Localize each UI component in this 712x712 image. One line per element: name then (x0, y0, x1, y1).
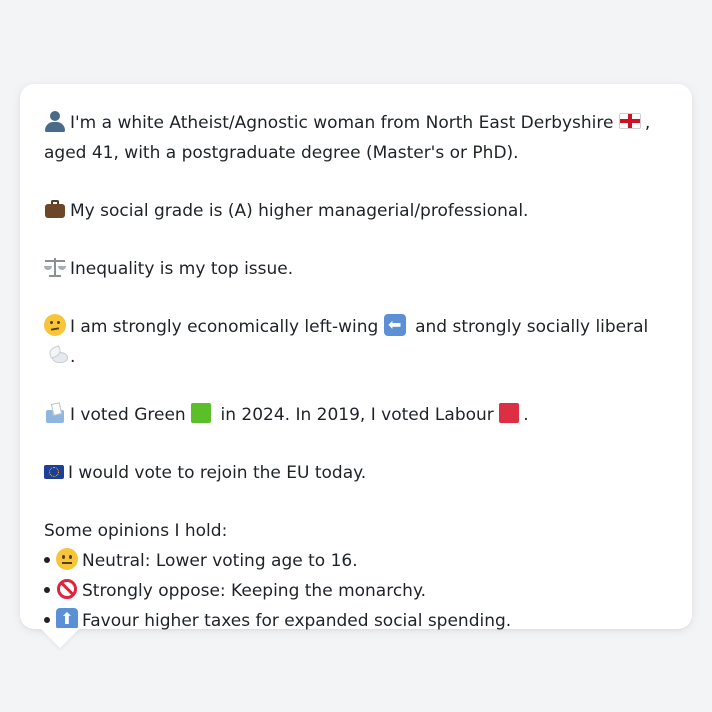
bullet-dot (44, 617, 50, 623)
votes-text-c: . (523, 405, 529, 425)
votes-paragraph: I voted Green in 2024. In 2019, I voted … (44, 400, 668, 430)
intro-paragraph: I'm a white Atheist/Agnostic woman from … (44, 108, 668, 168)
ballot-box-icon (44, 402, 66, 424)
up-arrow-icon (56, 604, 78, 634)
votes-text-b: in 2024. In 2019, I voted Labour (220, 405, 494, 425)
social-grade-text: My social grade is (A) higher managerial… (70, 201, 529, 221)
opinion-text: Strongly oppose: Keeping the monarchy. (82, 581, 426, 601)
ideology-text-c: . (70, 347, 76, 367)
votes-text-a: I voted Green (70, 405, 186, 425)
top-issue-text: Inequality is my top issue. (70, 259, 294, 279)
briefcase-icon (44, 198, 66, 220)
neutral-face-icon (56, 548, 78, 570)
ideology-text-a: I am strongly economically left-wing (70, 317, 379, 337)
thinking-face-icon (44, 314, 66, 336)
person-silhouette-icon (44, 110, 66, 132)
red-square-icon (499, 403, 520, 423)
intro-text-a: I'm a white Atheist/Agnostic woman from … (70, 113, 614, 133)
green-square-icon (191, 403, 212, 423)
bullet-dot (44, 557, 50, 563)
prohibited-icon (56, 578, 78, 600)
eu-flag-icon (44, 465, 64, 479)
opinions-list: Neutral: Lower voting age to 16. Strongl… (44, 546, 668, 636)
list-item: Neutral: Lower voting age to 16. (44, 546, 668, 576)
bubble-tail (40, 628, 80, 648)
ideology-text-b: and strongly socially liberal (415, 317, 649, 337)
chat-bubble: I'm a white Atheist/Agnostic woman from … (20, 84, 692, 634)
top-issue-paragraph: Inequality is my top issue. (44, 254, 668, 284)
left-arrow-icon (383, 310, 406, 340)
social-grade-paragraph: My social grade is (A) higher managerial… (44, 196, 668, 226)
opinion-text: Favour higher taxes for expanded social … (82, 611, 512, 631)
dove-icon (48, 344, 70, 366)
eu-text: I would vote to rejoin the EU today. (68, 463, 367, 483)
opinions-heading: Some opinions I hold: (44, 521, 228, 541)
ideology-paragraph: I am strongly economically left-wing and… (44, 310, 668, 372)
england-flag-icon (618, 113, 641, 129)
list-item: Favour higher taxes for expanded social … (44, 604, 668, 636)
eu-paragraph: I would vote to rejoin the EU today. (44, 458, 668, 488)
page: I'm a white Atheist/Agnostic woman from … (0, 0, 712, 712)
balance-scale-icon (44, 256, 66, 278)
bullet-dot (44, 587, 50, 593)
opinions-section: Some opinions I hold: Neutral: Lower vot… (44, 516, 668, 636)
opinion-text: Neutral: Lower voting age to 16. (82, 551, 358, 571)
list-item: Strongly oppose: Keeping the monarchy. (44, 576, 668, 606)
